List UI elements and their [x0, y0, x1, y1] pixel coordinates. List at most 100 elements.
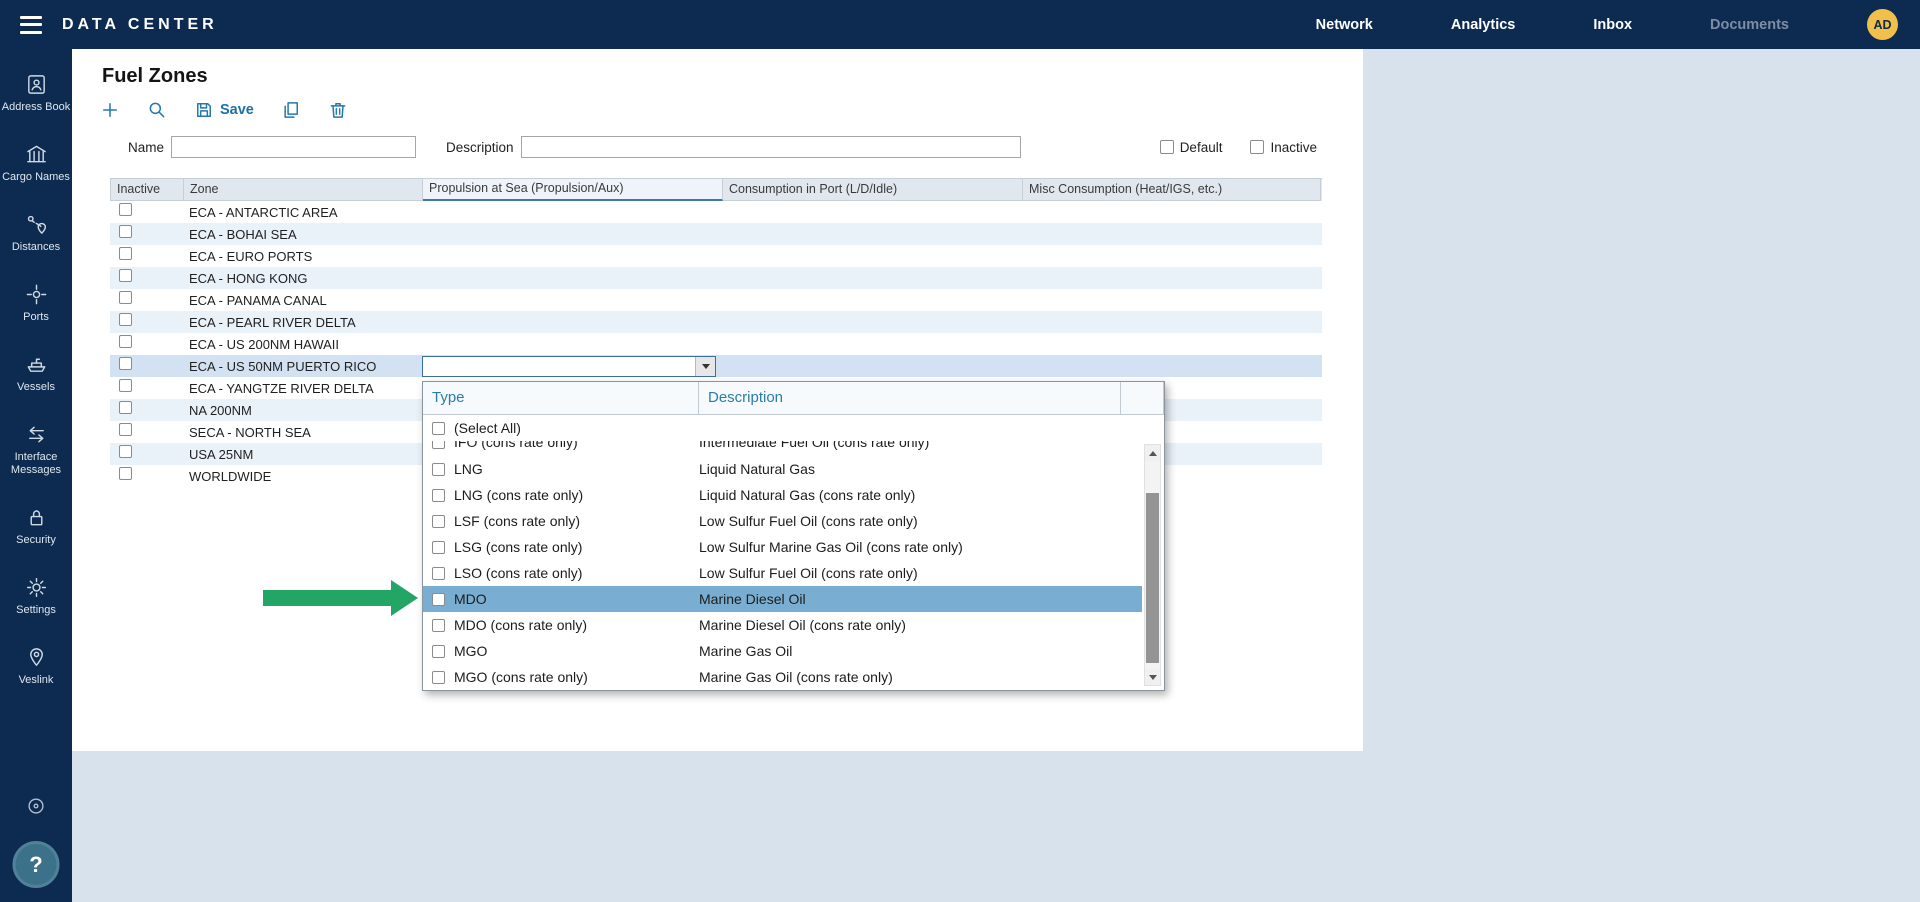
zone-cell[interactable]: ECA - BOHAI SEA [183, 227, 422, 242]
col-header-zone[interactable]: Zone [184, 179, 423, 201]
table-row[interactable]: ECA - EURO PORTS [110, 245, 1322, 267]
item-checkbox[interactable] [432, 671, 445, 684]
zone-cell[interactable]: ECA - ANTARCTIC AREA [183, 205, 422, 220]
row-inactive-checkbox[interactable] [119, 269, 132, 282]
save-button[interactable]: Save [194, 100, 254, 120]
col-header-consumption[interactable]: Consumption in Port (L/D/Idle) [723, 179, 1023, 201]
dropdown-scrollbar[interactable] [1144, 444, 1161, 686]
row-inactive-checkbox[interactable] [119, 291, 132, 304]
col-header-propulsion[interactable]: Propulsion at Sea (Propulsion/Aux) [423, 179, 723, 201]
dropdown-item[interactable]: MGO (cons rate only) Marine Gas Oil (con… [423, 664, 1142, 690]
zone-cell[interactable]: ECA - PEARL RIVER DELTA [183, 315, 422, 330]
row-inactive-checkbox[interactable] [119, 423, 132, 436]
col-header-misc[interactable]: Misc Consumption (Heat/IGS, etc.) [1023, 179, 1321, 201]
dropdown-col-description[interactable]: Description [699, 382, 1121, 415]
row-inactive-checkbox[interactable] [119, 225, 132, 238]
sidebar-item-label: Distances [12, 241, 60, 254]
dropdown-item[interactable]: MDO (cons rate only) Marine Diesel Oil (… [423, 612, 1142, 638]
nav-documents: Documents [1710, 17, 1789, 33]
row-inactive-checkbox[interactable] [119, 335, 132, 348]
dropdown-item[interactable]: LNG (cons rate only) Liquid Natural Gas … [423, 482, 1142, 508]
sidebar-item-settings[interactable]: Settings [0, 576, 72, 617]
inactive-checkbox[interactable] [1250, 140, 1264, 154]
zone-cell[interactable]: ECA - YANGTZE RIVER DELTA [183, 381, 422, 396]
sidebar-item-address-book[interactable]: Address Book [0, 73, 72, 114]
zone-cell[interactable]: ECA - PANAMA CANAL [183, 293, 422, 308]
dropdown-item-clipped[interactable]: IFO (cons rate only) Intermediate Fuel O… [423, 441, 1142, 456]
item-checkbox[interactable] [432, 463, 445, 476]
sidebar-item-veslink[interactable]: Veslink [0, 646, 72, 687]
item-checkbox[interactable] [432, 489, 445, 502]
dropdown-item[interactable]: LNG Liquid Natural Gas [423, 456, 1142, 482]
combobox-dropdown-button[interactable] [695, 357, 715, 376]
delete-button[interactable] [328, 100, 348, 120]
zone-cell[interactable]: WORLDWIDE [183, 469, 422, 484]
scroll-up-button[interactable] [1145, 445, 1160, 461]
dropdown-item[interactable]: LSO (cons rate only) Low Sulfur Fuel Oil… [423, 560, 1142, 586]
sidebar-item-ports[interactable]: Ports [0, 283, 72, 324]
chevron-down-icon [702, 364, 710, 369]
col-header-inactive[interactable]: Inactive [111, 179, 184, 201]
sidebar-item-security[interactable]: Security [0, 506, 72, 547]
table-row-selected[interactable]: ECA - US 50NM PUERTO RICO [110, 355, 1322, 377]
sidebar-item-partial[interactable] [25, 795, 47, 822]
row-inactive-checkbox[interactable] [119, 401, 132, 414]
help-button[interactable]: ? [13, 841, 60, 888]
item-checkbox[interactable] [432, 593, 445, 606]
user-avatar[interactable]: AD [1867, 9, 1898, 40]
table-row[interactable]: ECA - HONG KONG [110, 267, 1322, 289]
zone-cell[interactable]: USA 25NM [183, 447, 422, 462]
description-input[interactable] [521, 136, 1021, 158]
dropdown-item[interactable]: LSG (cons rate only) Low Sulfur Marine G… [423, 534, 1142, 560]
item-checkbox[interactable] [432, 541, 445, 554]
hamburger-menu-icon[interactable] [20, 16, 44, 34]
name-input[interactable] [171, 136, 416, 158]
select-all-checkbox[interactable] [432, 422, 445, 435]
nav-analytics[interactable]: Analytics [1451, 17, 1515, 33]
sidebar-item-cargo-names[interactable]: Cargo Names [0, 143, 72, 184]
table-row[interactable]: ECA - BOHAI SEA [110, 223, 1322, 245]
dropdown-item[interactable]: LSF (cons rate only) Low Sulfur Fuel Oil… [423, 508, 1142, 534]
table-row[interactable]: ECA - ANTARCTIC AREA [110, 201, 1322, 223]
row-inactive-checkbox[interactable] [119, 203, 132, 216]
nav-network[interactable]: Network [1316, 17, 1373, 33]
sidebar-item-vessels[interactable]: Vessels [0, 353, 72, 394]
zone-cell[interactable]: ECA - US 200NM HAWAII [183, 337, 422, 352]
dropdown-item[interactable]: MGO Marine Gas Oil [423, 638, 1142, 664]
item-checkbox[interactable] [432, 645, 445, 658]
row-inactive-checkbox[interactable] [119, 247, 132, 260]
scroll-thumb[interactable] [1146, 493, 1159, 663]
search-button[interactable] [147, 100, 167, 120]
zone-cell[interactable]: ECA - US 50NM PUERTO RICO [183, 359, 422, 374]
zone-cell[interactable]: ECA - HONG KONG [183, 271, 422, 286]
row-inactive-checkbox[interactable] [119, 445, 132, 458]
default-filter[interactable]: Default [1160, 140, 1223, 155]
table-row[interactable]: ECA - PEARL RIVER DELTA [110, 311, 1322, 333]
item-checkbox[interactable] [432, 619, 445, 632]
dropdown-select-all[interactable]: (Select All) [423, 415, 1142, 441]
row-inactive-checkbox[interactable] [119, 313, 132, 326]
scroll-down-button[interactable] [1145, 669, 1160, 685]
zone-cell[interactable]: ECA - EURO PORTS [183, 249, 422, 264]
triangle-down-icon [1149, 675, 1157, 680]
row-inactive-checkbox[interactable] [119, 357, 132, 370]
nav-inbox[interactable]: Inbox [1593, 17, 1632, 33]
zone-cell[interactable]: NA 200NM [183, 403, 422, 418]
dropdown-col-type[interactable]: Type [423, 382, 699, 415]
table-row[interactable]: ECA - US 200NM HAWAII [110, 333, 1322, 355]
sidebar-item-distances[interactable]: Distances [0, 213, 72, 254]
zone-cell[interactable]: SECA - NORTH SEA [183, 425, 422, 440]
copy-button[interactable] [281, 100, 301, 120]
row-inactive-checkbox[interactable] [119, 467, 132, 480]
default-checkbox[interactable] [1160, 140, 1174, 154]
sidebar-item-interface-messages[interactable]: Interface Messages [0, 423, 72, 477]
propulsion-fuel-combobox[interactable] [422, 356, 716, 377]
item-checkbox[interactable] [432, 441, 445, 449]
table-row[interactable]: ECA - PANAMA CANAL [110, 289, 1322, 311]
row-inactive-checkbox[interactable] [119, 379, 132, 392]
item-checkbox[interactable] [432, 515, 445, 528]
dropdown-item-highlighted[interactable]: MDO Marine Diesel Oil [423, 586, 1142, 612]
add-button[interactable] [100, 100, 120, 120]
inactive-filter[interactable]: Inactive [1250, 140, 1317, 155]
item-checkbox[interactable] [432, 567, 445, 580]
